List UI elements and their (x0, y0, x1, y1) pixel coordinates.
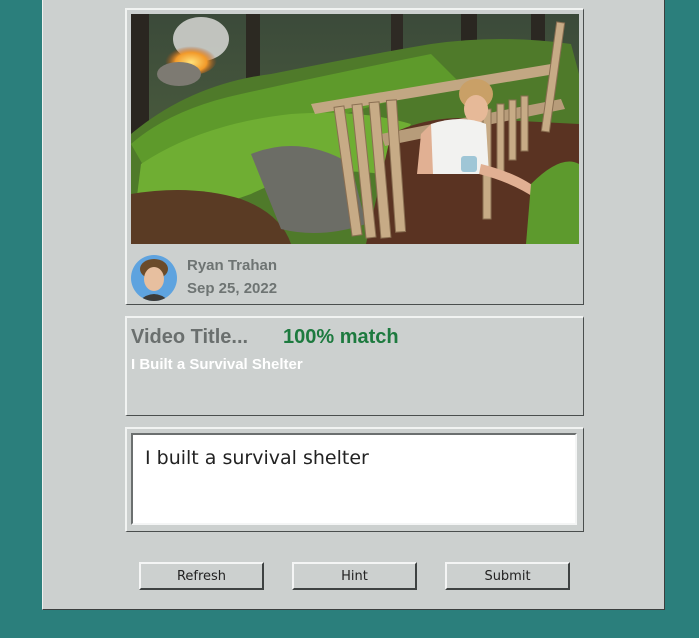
guess-input[interactable]: I built a survival shelter (131, 433, 577, 525)
channel-avatar (131, 255, 177, 301)
hint-button[interactable]: Hint (292, 562, 417, 590)
match-score: 100% match (283, 326, 399, 348)
refresh-button[interactable]: Refresh (139, 562, 264, 590)
upload-date: Sep 25, 2022 (187, 280, 278, 297)
result-label: Video Title... (131, 326, 249, 348)
submit-button[interactable]: Submit (445, 562, 570, 590)
answer-title: I Built a Survival Shelter (131, 356, 303, 373)
video-thumbnail (131, 14, 579, 244)
video-card: Ryan Trahan Sep 25, 2022 (125, 8, 584, 305)
channel-name: Ryan Trahan (187, 257, 278, 274)
result-box: Video Title... 100% match I Built a Surv… (125, 316, 584, 416)
guess-input-frame: I built a survival shelter (125, 427, 584, 532)
